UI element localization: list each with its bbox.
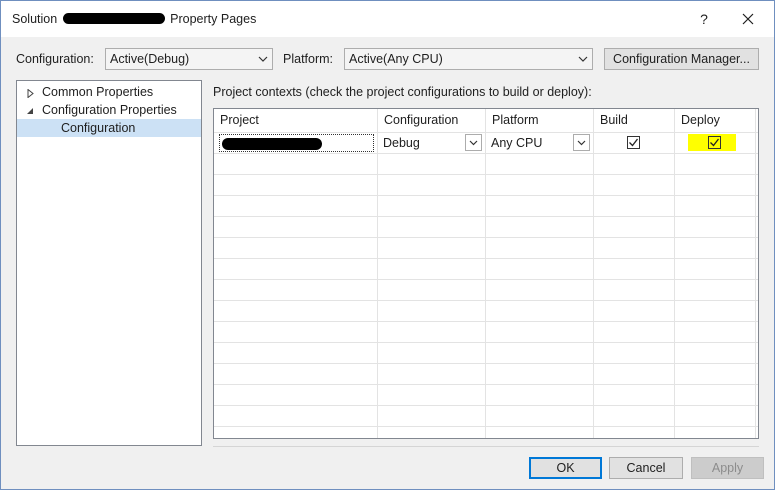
configuration-label: Configuration:: [16, 52, 94, 66]
tree-item-configuration[interactable]: Configuration: [17, 119, 201, 137]
row-divider: [214, 342, 758, 343]
tree-item-label: Configuration Properties: [42, 103, 177, 117]
column-header-project[interactable]: Project: [214, 109, 378, 131]
tree-item-label: Common Properties: [42, 85, 154, 99]
row-divider: [214, 300, 758, 301]
row-divider: [214, 426, 758, 427]
title-prefix: Solution: [12, 12, 58, 26]
chevron-down-icon: [577, 140, 586, 146]
row-divider: [214, 237, 758, 238]
row-divider: [214, 258, 758, 259]
configuration-manager-button[interactable]: Configuration Manager...: [604, 48, 759, 70]
redacted-project-name: [222, 138, 322, 150]
row-divider: [214, 405, 758, 406]
column-header-deploy[interactable]: Deploy: [675, 109, 756, 131]
row-divider: [214, 153, 758, 154]
row-configuration-value: Debug: [383, 136, 420, 150]
platform-select-value: Active(Any CPU): [349, 52, 443, 66]
row-configuration-select[interactable]: Debug: [380, 134, 484, 152]
row-platform-select[interactable]: Any CPU: [488, 134, 592, 152]
expand-arrow-icon[interactable]: [27, 89, 35, 98]
tree-item-label: Configuration: [61, 121, 136, 135]
chevron-down-icon: [578, 56, 588, 62]
row-divider: [214, 279, 758, 280]
project-contexts-grid: Project Configuration Platform Build Dep…: [213, 108, 759, 439]
help-button[interactable]: ?: [681, 1, 727, 37]
build-checkbox[interactable]: [627, 136, 640, 149]
row-divider: [214, 174, 758, 175]
row-divider: [214, 195, 758, 196]
tree-item-configuration-properties[interactable]: Configuration Properties: [17, 101, 201, 119]
apply-button[interactable]: Apply: [691, 457, 764, 479]
row-divider: [214, 363, 758, 364]
platform-label: Platform:: [283, 52, 334, 66]
chevron-down-icon: [469, 140, 478, 146]
property-pages-dialog: Solution Property Pages ? Configuration:…: [0, 0, 775, 490]
deploy-checkbox[interactable]: [708, 136, 721, 149]
column-build: [594, 109, 675, 438]
collapse-arrow-icon[interactable]: [26, 107, 34, 115]
close-icon: [742, 13, 754, 25]
footer-divider: [213, 446, 759, 447]
column-project: [214, 109, 378, 438]
table-row[interactable]: Debug Any CPU: [214, 133, 758, 153]
column-platform: [486, 109, 594, 438]
row-platform-dropdown[interactable]: [573, 134, 590, 151]
row-platform-value: Any CPU: [491, 136, 543, 150]
tree-item-common-properties[interactable]: Common Properties: [17, 83, 201, 101]
checkmark-icon: [629, 138, 639, 147]
window-title: Solution Property Pages: [12, 12, 256, 26]
configuration-select-value: Active(Debug): [110, 52, 190, 66]
chevron-down-icon: [258, 56, 268, 62]
project-name-cell[interactable]: [219, 134, 374, 152]
column-header-build[interactable]: Build: [594, 109, 675, 131]
ok-button[interactable]: OK: [529, 457, 602, 479]
close-button[interactable]: [725, 1, 771, 37]
row-divider: [214, 384, 758, 385]
title-suffix: Property Pages: [170, 12, 257, 26]
row-divider: [214, 216, 758, 217]
property-tree: Common Properties Configuration Properti…: [16, 80, 202, 446]
checkmark-icon: [710, 138, 720, 147]
row-divider: [214, 321, 758, 322]
column-header-configuration[interactable]: Configuration: [378, 109, 486, 131]
row-configuration-dropdown[interactable]: [465, 134, 482, 151]
column-header-platform[interactable]: Platform: [486, 109, 594, 131]
cancel-button[interactable]: Cancel: [609, 457, 683, 479]
title-bar: Solution Property Pages ?: [1, 1, 774, 37]
column-configuration: [378, 109, 486, 438]
platform-select[interactable]: Active(Any CPU): [344, 48, 593, 70]
redacted-solution-name: [62, 13, 165, 24]
column-deploy: [675, 109, 756, 438]
configuration-select[interactable]: Active(Debug): [105, 48, 273, 70]
grid-caption: Project contexts (check the project conf…: [213, 85, 592, 99]
